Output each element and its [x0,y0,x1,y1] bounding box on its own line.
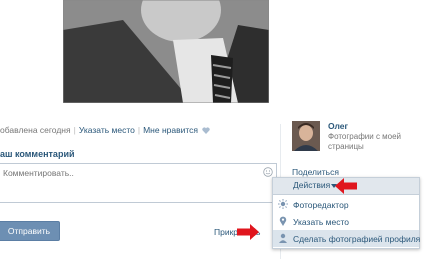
photo-viewer-image[interactable] [63,0,269,103]
added-date-text: обавлена сегодня [0,125,71,135]
menu-item-make-profile-photo[interactable]: Сделать фотографией профиля [273,230,421,247]
menu-item-specify-place[interactable]: Указать место [273,213,419,230]
heart-icon[interactable] [202,127,211,135]
person-icon [279,233,287,243]
specify-place-link[interactable]: Указать место [79,125,135,135]
smiley-icon[interactable] [263,167,273,177]
map-pin-icon [279,216,287,226]
menu-item-label: Фоторедактор [293,200,349,210]
actions-label[interactable]: Действия [293,180,330,190]
red-arrow-icon [237,224,259,240]
comment-title: аш комментарий [0,149,75,159]
comment-input[interactable] [0,164,243,178]
portrait-photo [63,0,269,103]
like-link[interactable]: Мне нравится [143,125,198,135]
avatar-photo [292,121,320,151]
red-arrow-icon [335,178,357,194]
owner-name[interactable]: Олег [328,121,348,131]
sun-icon [278,199,288,209]
menu-item-photo-editor[interactable]: Фоторедактор [273,196,419,213]
menu-item-label: Указать место [293,217,350,227]
share-link[interactable]: Поделиться [292,167,339,177]
avatar[interactable] [292,121,320,151]
menu-item-label: Сделать фотографией профиля [293,234,421,244]
comment-box[interactable] [0,163,277,203]
owner-description: Фотографии с моей страницы [328,132,402,151]
post-meta-row: обавлена сегодня | Указать место | Мне нрави… [0,124,211,136]
send-button[interactable]: Отправить [0,221,60,241]
